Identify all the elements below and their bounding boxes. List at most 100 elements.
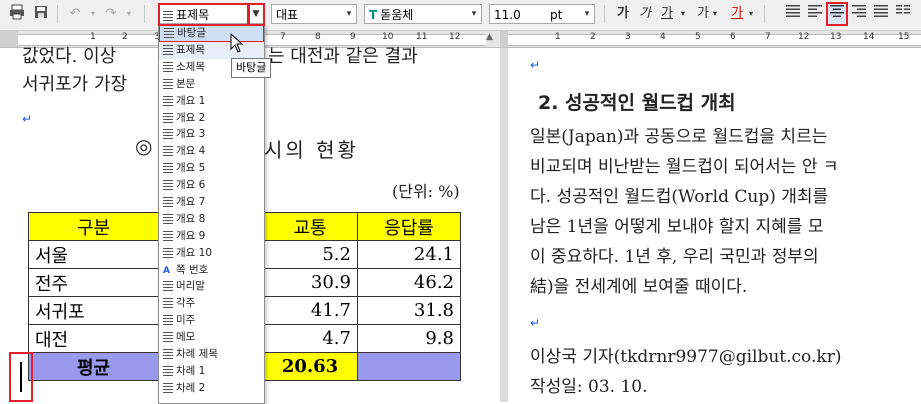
author-line: 이상국 기자(tkdrnr9977@gilbut.co.kr) — [530, 347, 842, 367]
distribute-icon[interactable] — [870, 4, 892, 24]
body-line: 서귀포가 가장 — [22, 74, 128, 95]
table-cell[interactable]: 9.8 — [357, 324, 461, 353]
dropdown-item[interactable]: 개요 3 — [159, 126, 264, 143]
right-page[interactable]: ↵ 2. 성공적인 월드컵 개최 일본(Japan)과 공동으로 월드컵을 치르… — [508, 48, 921, 402]
return-mark: ↵ — [22, 112, 33, 126]
table-cell[interactable]: 24.1 — [357, 240, 461, 269]
style-icon — [163, 332, 173, 343]
font-combo[interactable]: T 돋움체 ▾ — [364, 4, 482, 24]
align-right-icon[interactable] — [848, 4, 870, 24]
split-icon[interactable] — [892, 4, 914, 24]
dropdown-item[interactable]: 메모 — [159, 329, 264, 346]
style-icon — [163, 315, 173, 326]
dropdown-item[interactable]: 본문 — [159, 76, 264, 93]
table-heading: 시의 현황 — [264, 138, 359, 162]
table-cell[interactable]: 41.7 — [262, 296, 358, 325]
dropdown-item[interactable]: 개요 10 — [159, 245, 264, 262]
footer-cell[interactable]: 평균 — [28, 352, 159, 381]
dropdown-item[interactable]: 차례 제목 — [159, 346, 264, 363]
style-icon — [163, 45, 173, 55]
body-line: 는 대전과 같은 결과 — [268, 46, 418, 67]
tooltip: 바탕글 — [231, 58, 272, 78]
page-separator — [500, 48, 508, 402]
print-icon[interactable] — [6, 4, 28, 24]
date-line: 작성일: 03. 10. — [530, 377, 648, 397]
style-icon — [163, 247, 173, 258]
redo-dropdown-icon[interactable]: ▾ — [118, 4, 140, 24]
style-icon — [163, 213, 173, 224]
style-icon — [163, 365, 173, 376]
style-icon — [163, 163, 173, 174]
dropdown-item[interactable]: 개요 1 — [159, 93, 264, 110]
footer-cell[interactable]: 20.63 — [262, 352, 358, 381]
return-mark: ↵ — [530, 58, 541, 72]
unit-label: (단위: %) — [392, 182, 460, 201]
dropdown-item[interactable]: 머리말 — [159, 278, 264, 295]
font-size-combo[interactable]: 11.0 pt ▾ — [489, 4, 595, 24]
chevron-down-icon[interactable]: ▾ — [678, 4, 688, 24]
body-line: 비교되며 비난받는 월드컵이 되어서는 안 ㅋ — [530, 157, 839, 177]
table-cell[interactable]: 4.7 — [262, 324, 358, 353]
dropdown-item[interactable]: 개요 6 — [159, 177, 264, 194]
annotation-box — [826, 2, 848, 26]
table-cell[interactable]: 5.2 — [262, 240, 358, 269]
style-icon — [163, 349, 173, 360]
style-icon — [163, 230, 173, 241]
table-cell[interactable]: 서귀포 — [28, 296, 159, 325]
underline-button[interactable]: 가 — [656, 4, 678, 24]
dropdown-item[interactable]: 개요 7 — [159, 194, 264, 211]
style-icon — [163, 129, 173, 140]
table-cell[interactable]: 서울 — [28, 240, 159, 269]
align-justify-icon[interactable] — [782, 4, 804, 24]
dropdown-item[interactable]: 바탕글 — [159, 25, 264, 42]
dropdown-item[interactable]: 각주 — [159, 295, 264, 312]
header-cell[interactable]: 구분 — [28, 212, 159, 241]
footer-cell[interactable] — [357, 352, 461, 381]
dropdown-item[interactable]: 개요 4 — [159, 143, 264, 160]
table-cell[interactable]: 대전 — [28, 324, 159, 353]
table-cell[interactable]: 30.9 — [262, 268, 358, 297]
table-cell[interactable]: 31.8 — [357, 296, 461, 325]
header-cell[interactable]: 응답률 — [357, 212, 461, 241]
ruler[interactable]: 1 2 3 7 8 9 10 11 12 ▲ 1 2 3 4 5 6 7 12 … — [0, 31, 921, 48]
header-cell[interactable]: 교통 — [262, 212, 358, 241]
dropdown-item[interactable]: 개요 5 — [159, 160, 264, 177]
chevron-down-icon[interactable]: ▾ — [342, 5, 356, 23]
dropdown-item[interactable]: A쪽 번호 — [159, 262, 264, 279]
dropdown-item[interactable]: 개요 9 — [159, 228, 264, 245]
chevron-down-icon[interactable]: ▾ — [746, 4, 756, 24]
truetype-font-icon: T — [369, 8, 378, 22]
mouse-cursor-icon — [230, 32, 244, 57]
style-dropdown-list[interactable]: 바탕글 표제목 소제목 본문 개요 1 개요 2 개요 3 개요 4 개요 5 … — [158, 24, 265, 404]
style-icon — [163, 95, 173, 106]
chevron-down-icon[interactable]: ▾ — [467, 5, 481, 23]
style-icon — [163, 61, 173, 72]
chevron-down-icon[interactable]: ▾ — [580, 5, 594, 23]
style-icon — [163, 281, 173, 292]
table-cell[interactable]: 46.2 — [357, 268, 461, 297]
style-icon — [163, 78, 173, 89]
font-color-button[interactable]: 가 — [726, 4, 748, 24]
body-line: 남은 1년을 어떻게 보내야 할지 지혜를 모 — [530, 217, 824, 237]
save-icon[interactable] — [30, 4, 52, 24]
italic-button[interactable]: 가 — [634, 4, 656, 24]
dropdown-item[interactable]: 개요 2 — [159, 110, 264, 127]
dropdown-item[interactable]: 미주 — [159, 312, 264, 329]
dropdown-item[interactable]: 차례 2 — [159, 380, 264, 397]
heading-symbol: ◎ — [135, 134, 153, 158]
chevron-down-icon[interactable]: ▾ — [710, 4, 720, 24]
font-language-combo[interactable]: 대표 ▾ — [271, 4, 357, 24]
text-cursor — [20, 362, 22, 392]
annotation-box — [158, 3, 249, 26]
style-icon — [163, 146, 173, 157]
dropdown-item[interactable]: 표제목 — [159, 42, 264, 59]
body-line: 다. 성공적인 월드컵(World Cup) 개최를 — [530, 187, 829, 207]
dropdown-item[interactable]: 차례 1 — [159, 363, 264, 380]
body-line: 이 중요하다. 1년 후, 우리 국민과 정부의 — [530, 247, 819, 267]
char-style-icon: A — [163, 265, 170, 276]
dropdown-item[interactable]: 개요 8 — [159, 211, 264, 228]
table-cell[interactable]: 전주 — [28, 268, 159, 297]
align-left-icon[interactable] — [804, 4, 826, 24]
bold-button[interactable]: 가 — [612, 4, 634, 24]
section-heading: 2. 성공적인 월드컵 개최 — [538, 92, 736, 114]
